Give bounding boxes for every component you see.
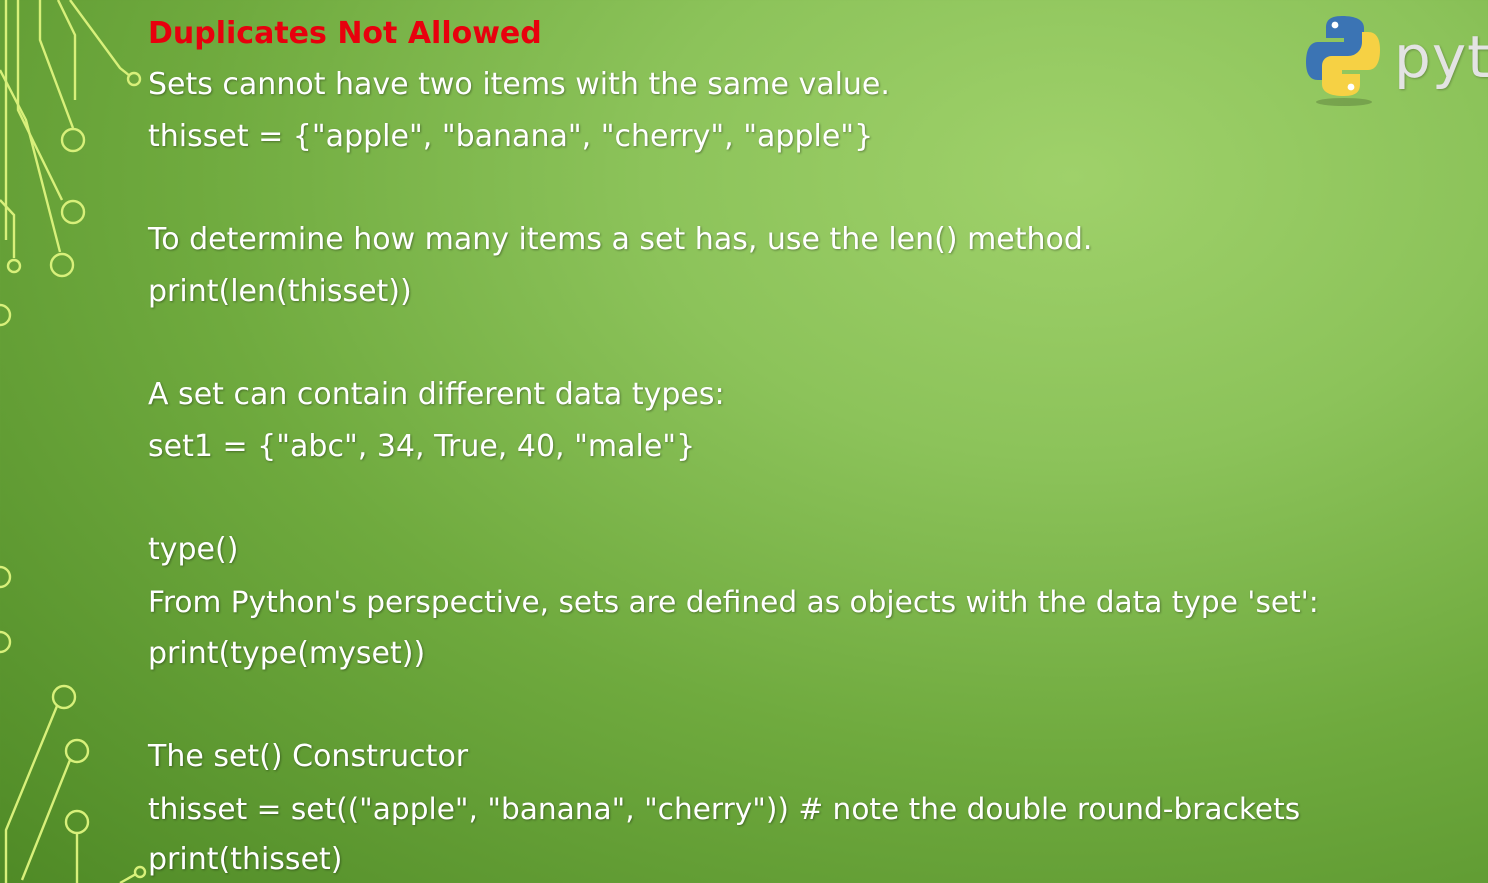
text-line-sets-no-duplicates: Sets cannot have two items with the same… xyxy=(148,67,890,102)
python-logo: pyt xyxy=(1300,8,1488,108)
text-line-data-types: A set can contain different data types: xyxy=(148,377,725,412)
python-logo-icon xyxy=(1306,16,1380,106)
code-line-print-thisset: print(thisset) xyxy=(148,842,343,877)
slide-heading: Duplicates Not Allowed xyxy=(148,16,542,51)
slide: Duplicates Not Allowed Sets cannot have … xyxy=(0,0,1488,883)
code-line-thisset-duplicates: thisset = {"apple", "banana", "cherry", … xyxy=(148,119,874,154)
code-line-set1: set1 = {"abc", 34, True, 40, "male"} xyxy=(148,429,696,464)
text-line-set-constructor: The set() Constructor xyxy=(148,739,469,774)
code-line-thisset-constructor: thisset = set(("apple", "banana", "cherr… xyxy=(148,792,1301,826)
code-line-print-len: print(len(thisset)) xyxy=(148,274,412,309)
python-logo-text: pyt xyxy=(1394,23,1488,91)
text-line-len-method: To determine how many items a set has, u… xyxy=(148,222,1093,257)
circuit-decoration-icon xyxy=(0,0,147,883)
code-line-print-type: print(type(myset)) xyxy=(148,636,426,671)
text-line-type-function: type() xyxy=(148,532,239,567)
text-line-python-perspective: From Python's perspective, sets are defi… xyxy=(148,585,1319,619)
